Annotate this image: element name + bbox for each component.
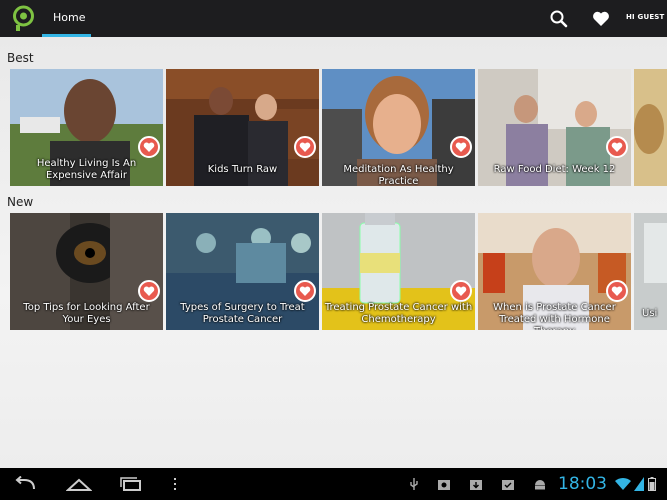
video-title: Kids Turn Raw <box>207 164 278 175</box>
download-icon <box>470 480 482 490</box>
favorite-button[interactable] <box>138 136 160 158</box>
system-navigation-bar: 18:03 <box>0 468 667 500</box>
video-title: Usi <box>642 308 658 319</box>
section-title-new: New <box>7 195 34 209</box>
search-icon[interactable] <box>549 9 569 29</box>
heart-icon <box>143 142 155 152</box>
heart-icon <box>611 142 623 152</box>
content-area: Best Healthy Living Is An Expensive Affa… <box>0 37 667 468</box>
favorite-button[interactable] <box>450 280 472 302</box>
android-debug-icon <box>535 480 545 490</box>
recent-apps-icon[interactable] <box>118 476 144 492</box>
favorite-button[interactable] <box>606 136 628 158</box>
battery-icon <box>648 477 656 491</box>
video-tile[interactable]: Treating Prostate Cancer with Chemothera… <box>322 213 475 330</box>
video-tile[interactable]: Healthy Living Is An Expensive Affair <box>10 69 163 186</box>
heart-icon <box>455 142 467 152</box>
favorite-button[interactable] <box>450 136 472 158</box>
wifi-icon <box>615 477 631 490</box>
usb-icon <box>410 478 418 490</box>
lightbulb-logo-icon[interactable] <box>10 5 37 32</box>
download-done-icon <box>502 480 514 490</box>
video-tile[interactable]: Top Tips for Looking After Your Eyes <box>10 213 163 330</box>
home-icon[interactable] <box>66 476 92 492</box>
greeting-label[interactable]: HI GUEST <box>626 13 665 21</box>
heart-icon <box>611 286 623 296</box>
heart-icon <box>143 286 155 296</box>
video-title: Types of Surgery to Treat Prostate Cance… <box>180 302 305 325</box>
video-tile[interactable]: Meditation As Healthy Practice <box>322 69 475 186</box>
video-tile[interactable]: Usi <box>634 213 667 330</box>
camera-icon <box>438 480 450 490</box>
heart-icon <box>455 286 467 296</box>
row-new[interactable]: Top Tips for Looking After Your Eyes Typ… <box>10 213 667 330</box>
heart-icon <box>299 286 311 296</box>
video-tile[interactable] <box>634 69 667 186</box>
video-title: Meditation As Healthy Practice <box>343 164 454 186</box>
video-title: Treating Prostate Cancer with Chemothera… <box>324 302 473 325</box>
action-bar: Home HI GUEST <box>0 0 667 37</box>
video-title: When is Prostate Cancer Treated with Hor… <box>493 302 616 330</box>
row-best[interactable]: Healthy Living Is An Expensive Affair Ki… <box>10 69 667 186</box>
video-title: Raw Food Diet: Week 12 <box>493 164 616 175</box>
favorite-button[interactable] <box>606 280 628 302</box>
favorite-button[interactable] <box>294 280 316 302</box>
video-tile[interactable]: When is Prostate Cancer Treated with Hor… <box>478 213 631 330</box>
video-title: Healthy Living Is An Expensive Affair <box>36 158 137 181</box>
heart-icon[interactable] <box>591 9 611 29</box>
favorite-button[interactable] <box>294 136 316 158</box>
video-tile[interactable]: Kids Turn Raw <box>166 69 319 186</box>
clock: 18:03 <box>558 474 607 494</box>
signal-icon <box>634 477 644 491</box>
video-thumbnail <box>634 69 667 186</box>
video-tile[interactable]: Types of Surgery to Treat Prostate Cance… <box>166 213 319 330</box>
section-title-best: Best <box>7 51 34 65</box>
heart-icon <box>299 142 311 152</box>
favorite-button[interactable] <box>138 280 160 302</box>
video-tile[interactable]: Raw Food Diet: Week 12 <box>478 69 631 186</box>
video-title: Top Tips for Looking After Your Eyes <box>23 302 150 325</box>
tab-home-label: Home <box>53 11 86 24</box>
back-icon[interactable] <box>12 476 38 492</box>
tab-home[interactable]: Home <box>42 0 91 37</box>
menu-icon[interactable] <box>170 476 180 492</box>
